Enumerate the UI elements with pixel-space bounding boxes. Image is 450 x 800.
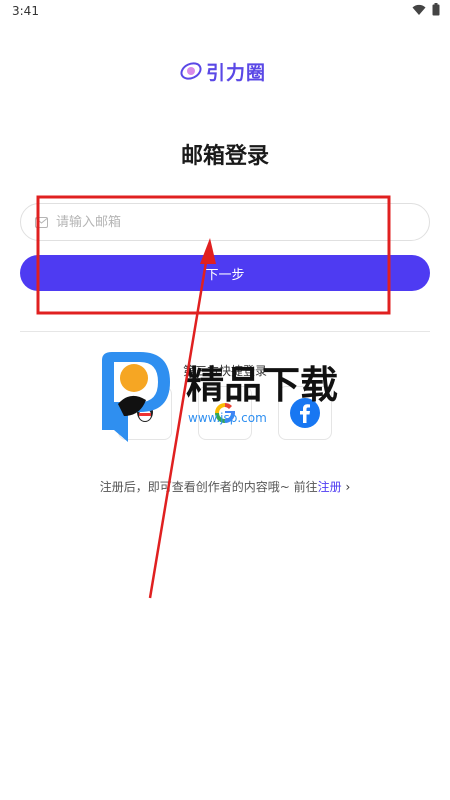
orbit-logo-icon	[180, 62, 202, 80]
battery-icon	[432, 3, 440, 16]
status-bar: 3:41	[0, 0, 450, 24]
mail-icon	[35, 216, 48, 228]
wifi-icon	[412, 4, 426, 15]
email-input[interactable]	[56, 214, 386, 230]
status-time: 3:41	[12, 4, 39, 18]
divider	[20, 331, 430, 332]
next-button[interactable]: 下一步	[20, 255, 430, 291]
register-hint: 注册后，即可查看创作者的内容哦~ 前往注册 ›	[0, 478, 450, 495]
register-hint-text: 注册后，即可查看创作者的内容哦~ 前往	[99, 480, 318, 494]
app-logo: 引力圈	[180, 58, 266, 84]
logo-text: 引力圈	[206, 61, 267, 84]
email-field[interactable]	[20, 203, 430, 241]
page-title: 邮箱登录	[180, 144, 269, 169]
watermark-text: 精品下载	[186, 363, 338, 407]
status-icons	[412, 3, 440, 16]
watermark-url: www.jsp.com	[188, 411, 267, 425]
watermark-logo: 精品下载 www.jsp.com	[102, 352, 338, 442]
register-link[interactable]: 注册	[318, 480, 342, 494]
chevron-right-icon[interactable]: ›	[345, 480, 350, 494]
